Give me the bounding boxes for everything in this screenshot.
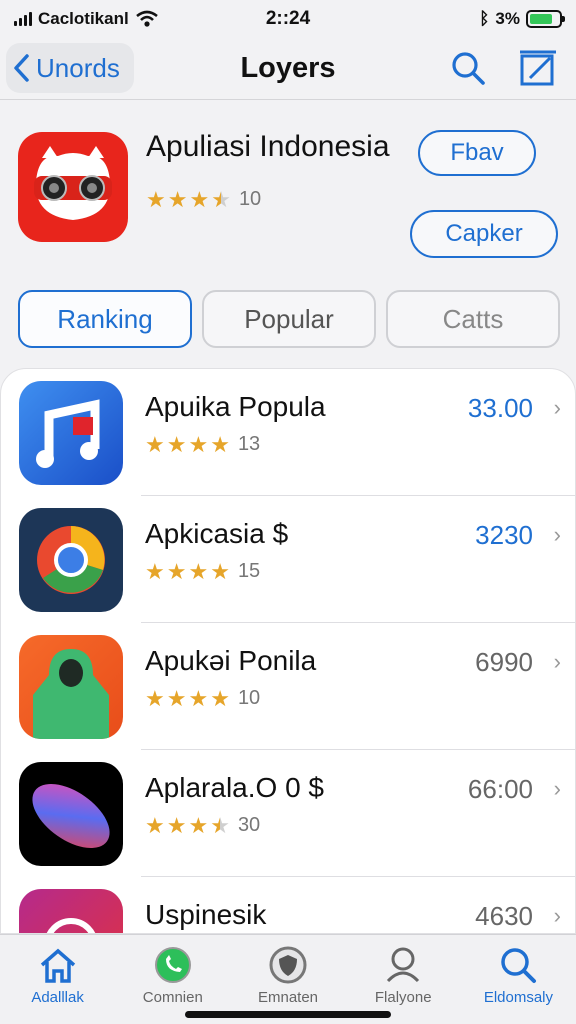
back-button[interactable]: Unords [6,43,134,93]
compose-button[interactable] [516,46,560,90]
rating-count: 10 [238,188,262,210]
home-indicator[interactable] [185,1011,391,1018]
tab-bar-label: Emnaten [257,989,319,1006]
price: 6990 [475,647,533,677]
featured-app: Apuliasi Indonesia ★ ★ ★ ★ 10 Fbav Capker [0,112,576,272]
rating-count: 15 [237,560,261,582]
chevron-right-icon: › [553,395,561,420]
star-icon: ★ [146,186,166,212]
rating-count: 10 [237,687,261,709]
person-icon [387,947,420,983]
search-icon [452,52,485,85]
home-icon [40,948,75,983]
rating: ★ ★ ★ ★ 10 [146,188,261,211]
battery-icon [526,10,565,28]
price: 66:00 [467,774,533,804]
bluetooth-icon: ᛒ [479,9,490,28]
compose-icon [520,50,556,86]
tab-ranking[interactable]: Ranking [18,290,192,348]
star-half-icon: ★ [211,186,231,212]
bottom-tab-bar: Adalllak Comnien Emnaten Flalyone Eldoms… [0,934,576,1024]
primary-action-button[interactable]: Fbav [418,130,536,176]
star-rating: ★ ★ ★ ★ [145,812,230,838]
tab-bar-label: Flalyone [374,989,432,1006]
signal-icon [14,12,32,26]
hoodie-app-icon [19,635,123,739]
list-item[interactable]: Apukəi Ponila ★ ★ ★ ★ 10 6990 › [1,623,575,750]
search-button[interactable] [446,46,490,90]
rating: ★ ★ ★ ★ 15 [145,560,260,583]
app-name: Aplarala.O 0 $ [145,772,324,803]
browser-app-icon [19,508,123,612]
list-item[interactable]: Apkicasia $ ★ ★ ★ ★ 15 3230 › [1,496,575,623]
chevron-right-icon: › [553,776,561,801]
star-rating: ★ ★ ★ ★ [145,431,230,457]
music-app-icon [19,381,123,485]
tab-bar-label: Adalllak [31,989,84,1006]
clock: 2::24 [265,8,311,29]
chevron-right-icon: › [553,649,561,674]
shield-icon [269,946,307,984]
app-title: Apuliasi Indonesia [146,130,390,163]
back-label: Unords [36,52,120,83]
status-bar: Caclotikanl 2::24 ᛒ 3% [0,0,576,38]
app-name: Uspinesik [145,899,267,930]
app-list: Apuika Popula ★ ★ ★ ★ 13 33.00 › Apkicasia … [0,368,576,934]
list-item[interactable]: Uspinesik 4630 › [1,877,575,933]
chevron-right-icon: › [553,522,561,547]
star-icon: ★ [167,186,188,212]
rating: ★ ★ ★ ★ 10 [145,687,260,710]
tab-bar-item-search[interactable]: Eldomsaly [461,935,576,1024]
tab-popular[interactable]: Popular [202,290,376,348]
list-item[interactable]: Aplarala.O 0 $ ★ ★ ★ ★ 30 66:00 › [1,750,575,877]
price: 33.00 [467,393,533,423]
rating-count: 13 [237,433,261,455]
chat-icon [154,947,191,983]
app-name: Apukəi Ponila [145,645,317,676]
rating: ★ ★ ★ ★ 30 [145,814,260,837]
app-name: Apkicasia $ [145,518,289,549]
carrier-label: Caclotikanl [38,9,129,28]
star-icon: ★ [189,186,210,212]
search-icon [501,948,537,983]
gradient-app-icon [19,762,123,866]
chevron-left-icon [14,54,29,82]
price: 4630 [475,901,533,931]
camera-app-icon [19,889,123,933]
segmented-control: Ranking Popular Catts [18,290,560,348]
battery-percent: 3% [495,9,520,28]
price: 3230 [475,520,533,550]
tab-bar-label: Comnien [142,989,203,1006]
wifi-icon [135,10,158,27]
secondary-action-button[interactable]: Capker [410,210,558,258]
star-rating: ★ ★ ★ ★ [146,186,231,212]
tab-bar-item-home[interactable]: Adalllak [0,935,115,1024]
tab-cats[interactable]: Catts [386,290,560,348]
chevron-right-icon: › [553,903,561,928]
app-icon[interactable] [18,132,128,242]
navigation-bar: Unords Loyers [0,38,576,100]
list-item[interactable]: Apuika Popula ★ ★ ★ ★ 13 33.00 › [1,369,575,496]
star-rating: ★ ★ ★ ★ [145,685,230,711]
app-name: Apuika Popula [145,391,326,422]
rating: ★ ★ ★ ★ 13 [145,433,260,456]
tab-bar-label: Eldomsaly [483,989,554,1006]
star-rating: ★ ★ ★ ★ [145,558,230,584]
rating-count: 30 [237,814,261,836]
